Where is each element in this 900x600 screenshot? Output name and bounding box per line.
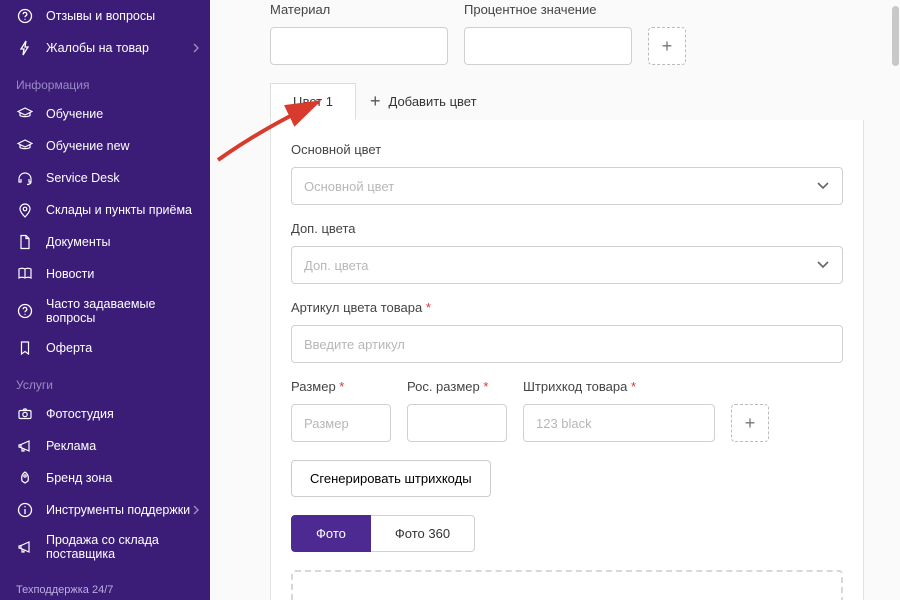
sidebar-item-service-desk[interactable]: Service Desk [0,162,210,194]
select-placeholder: Доп. цвета [304,258,369,273]
sidebar-label: Service Desk [46,171,120,185]
sidebar-label: Оферта [46,341,92,355]
sidebar-item-docs[interactable]: Документы [0,226,210,258]
generate-barcodes-button[interactable]: Сгенерировать штрихкоды [291,460,491,497]
sidebar-label: Жалобы на товар [46,41,149,55]
tab-photo360[interactable]: Фото 360 [371,515,475,552]
chevron-right-icon [192,43,200,53]
percent-label: Процентное значение [464,2,632,17]
sku-label: Артикул цвета товара [291,300,843,315]
sidebar-item-faq[interactable]: Часто задаваемые вопросы [0,290,210,332]
bookmark-icon [16,339,34,357]
headset-icon [16,169,34,187]
size-input[interactable] [291,404,391,442]
sidebar-item-offer[interactable]: Оферта [0,332,210,364]
sidebar-label: Отзывы и вопросы [46,9,155,23]
file-dropzone[interactable]: + Нажмите или перетяните сюда файл [291,570,843,600]
ru-size-label: Рос. размер [407,379,507,394]
main-color-label: Основной цвет [291,142,843,157]
sidebar-item-ads[interactable]: Реклама [0,430,210,462]
chevron-down-icon [816,181,830,191]
sidebar-item-complaints[interactable]: Жалобы на товар [0,32,210,64]
support-label: Техподдержка 24/7 [16,582,194,599]
sidebar-item-edu-new[interactable]: Обучение new [0,130,210,162]
graduation-icon [16,105,34,123]
sidebar-label: Реклама [46,439,96,453]
sidebar-item-edu[interactable]: Обучение [0,98,210,130]
scrollbar[interactable] [892,6,899,66]
select-placeholder: Основной цвет [304,179,394,194]
tab-photo[interactable]: Фото [291,515,371,552]
megaphone-icon [16,437,34,455]
color-tabs: Цвет 1 + Добавить цвет [270,83,864,120]
sidebar-item-photostudio[interactable]: Фотостудия [0,398,210,430]
rocket-icon [16,469,34,487]
question-circle-icon [16,302,34,320]
plus-icon: + [370,91,381,112]
material-label: Материал [270,2,448,17]
sku-input[interactable] [291,325,843,363]
book-icon [16,265,34,283]
color-panel: Основной цвет Основной цвет Доп. цвета Д… [270,120,864,600]
main-color-select[interactable]: Основной цвет [291,167,843,205]
sidebar-label: Продажа со склада поставщика [46,533,198,561]
sidebar-label: Инструменты поддержки [46,503,190,517]
sidebar-item-warehouses[interactable]: Склады и пункты приёма [0,194,210,226]
sidebar-label: Документы [46,235,110,249]
sidebar-label: Новости [46,267,94,281]
sidebar-label: Бренд зона [46,471,112,485]
sidebar-item-reviews[interactable]: Отзывы и вопросы [0,0,210,32]
extra-color-label: Доп. цвета [291,221,843,236]
info-circle-icon [16,501,34,519]
chevron-right-icon [192,505,200,515]
add-material-button[interactable]: + [648,27,686,65]
main-content: Материал Процентное значение + Цвет 1 + … [210,0,900,600]
sidebar-section-info: Информация [0,64,210,98]
percent-input[interactable] [464,27,632,65]
graduation-icon [16,137,34,155]
sidebar-label: Склады и пункты приёма [46,203,192,217]
sidebar-support-footer: Техподдержка 24/7 +7 (495) 663-72-96 [0,568,210,600]
sidebar-section-services: Услуги [0,364,210,398]
pin-icon [16,201,34,219]
media-tabs: Фото Фото 360 [291,515,843,552]
sidebar-item-brand-zone[interactable]: Бренд зона [0,462,210,494]
sidebar-item-news[interactable]: Новости [0,258,210,290]
camera-icon [16,405,34,423]
sidebar: Отзывы и вопросы Жалобы на товар Информа… [0,0,210,600]
add-size-button[interactable]: + [731,404,769,442]
question-circle-icon [16,7,34,25]
sidebar-label: Обучение new [46,139,130,153]
lightning-icon [16,39,34,57]
ru-size-input[interactable] [407,404,507,442]
sidebar-label: Фотостудия [46,407,114,421]
sidebar-label: Часто задаваемые вопросы [46,297,198,325]
document-icon [16,233,34,251]
add-color-label: Добавить цвет [389,94,477,109]
size-label: Размер [291,379,391,394]
sidebar-item-support-tools[interactable]: Инструменты поддержки [0,494,210,526]
extra-color-select[interactable]: Доп. цвета [291,246,843,284]
tab-color1[interactable]: Цвет 1 [270,83,356,120]
chevron-down-icon [816,260,830,270]
material-input[interactable] [270,27,448,65]
megaphone-icon [16,538,34,556]
barcode-label: Штрихкод товара [523,379,715,394]
sidebar-item-supplier-sale[interactable]: Продажа со склада поставщика [0,526,210,568]
add-color-button[interactable]: + Добавить цвет [356,91,491,112]
sidebar-label: Обучение [46,107,103,121]
barcode-input[interactable] [523,404,715,442]
